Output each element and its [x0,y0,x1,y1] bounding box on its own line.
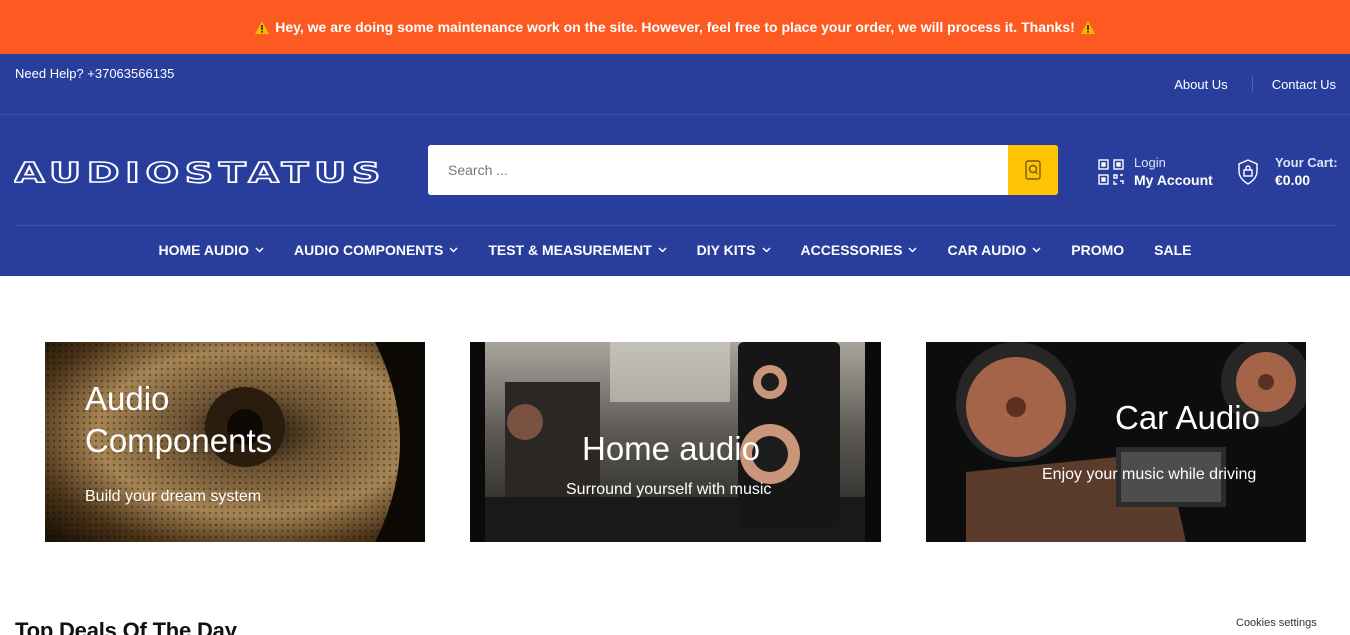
car-amp-image [926,342,1306,542]
your-cart-label: Your Cart: [1275,155,1338,170]
chevron-down-icon [1032,247,1041,253]
card-subtitle: Surround yourself with music [566,481,772,498]
warning-icon [255,20,270,34]
my-account-label: My Account [1134,172,1213,188]
contact-us-link[interactable]: Contact Us [1272,77,1336,92]
section-title: Top Deals Of The Day [15,618,237,635]
top-bar: Need Help? +37063566135 About Us Contact… [0,54,1350,115]
nav-label: Promo [1071,242,1125,258]
nav-item-sale[interactable]: Sale [1139,242,1206,258]
card-home-audio[interactable]: Home audio Surround yourself with music [470,342,881,542]
card-subtitle: Build your dream system [85,488,262,505]
nav-label: Sale [1154,242,1192,258]
notice-text: Hey, we are doing some maintenance work … [275,19,1075,35]
svg-text:AUDIOSTATUS: AUDIOSTATUS [14,159,386,185]
search-icon [1025,160,1041,180]
card-title-line: Components [85,422,273,459]
card-title: Audio Components [85,378,272,462]
main-nav: Home Audio Audio Components Test & Measu… [0,226,1350,274]
login-label: Login [1134,155,1166,170]
divider [1251,76,1253,92]
nav-label: Home Audio [158,242,249,258]
card-subtitle: Enjoy your music while driving [1042,466,1257,483]
card-title: Car Audio [1115,399,1260,436]
search-input[interactable] [428,145,1008,195]
card-car-audio[interactable]: Car Audio Enjoy your music while driving [926,342,1306,542]
nav-label: DIY Kits [696,242,756,258]
chevron-down-icon [449,247,458,253]
site-header: AUDIOSTATUS Login My Account [0,115,1350,276]
nav-item-test-measurement[interactable]: Test & Measurement [473,242,681,258]
search-bar [428,145,1058,195]
help-phone[interactable]: Need Help? +37063566135 [15,66,174,81]
category-cards: Audio Components Build your dream system [0,342,1350,542]
nav-label: Car Audio [947,242,1027,258]
chevron-down-icon [255,247,264,253]
nav-item-home-audio[interactable]: Home Audio [143,242,278,258]
card-title-line: Audio [85,380,170,417]
search-button[interactable] [1008,145,1058,195]
nav-item-audio-components[interactable]: Audio Components [279,242,473,258]
nav-label: Accessories [800,242,903,258]
cookies-settings-link[interactable]: Cookies settings [1236,617,1317,629]
maintenance-notice: Hey, we are doing some maintenance work … [0,0,1350,54]
qr-code-icon [1098,158,1124,185]
chevron-down-icon [658,247,667,253]
cart-total: €0.00 [1275,172,1311,188]
nav-item-promo[interactable]: Promo [1056,242,1139,258]
site-logo[interactable]: AUDIOSTATUS [13,155,386,190]
nav-item-diy-kits[interactable]: DIY Kits [682,242,786,258]
chevron-down-icon [908,247,917,253]
top-links: About Us Contact Us [1174,76,1336,92]
nav-item-car-audio[interactable]: Car Audio [932,242,1056,258]
card-title: Home audio [582,430,760,467]
nav-item-accessories[interactable]: Accessories [786,242,933,258]
warning-icon [1080,20,1095,34]
nav-label: Test & Measurement [488,242,652,258]
nav-label: Audio Components [293,242,444,258]
account-link[interactable]: Login My Account [1097,155,1213,188]
cart-link[interactable]: Your Cart: €0.00 [1236,155,1338,188]
chevron-down-icon [762,247,771,253]
about-us-link[interactable]: About Us [1174,77,1227,92]
cart-shield-icon [1238,158,1258,185]
card-audio-components[interactable]: Audio Components Build your dream system [45,342,425,542]
